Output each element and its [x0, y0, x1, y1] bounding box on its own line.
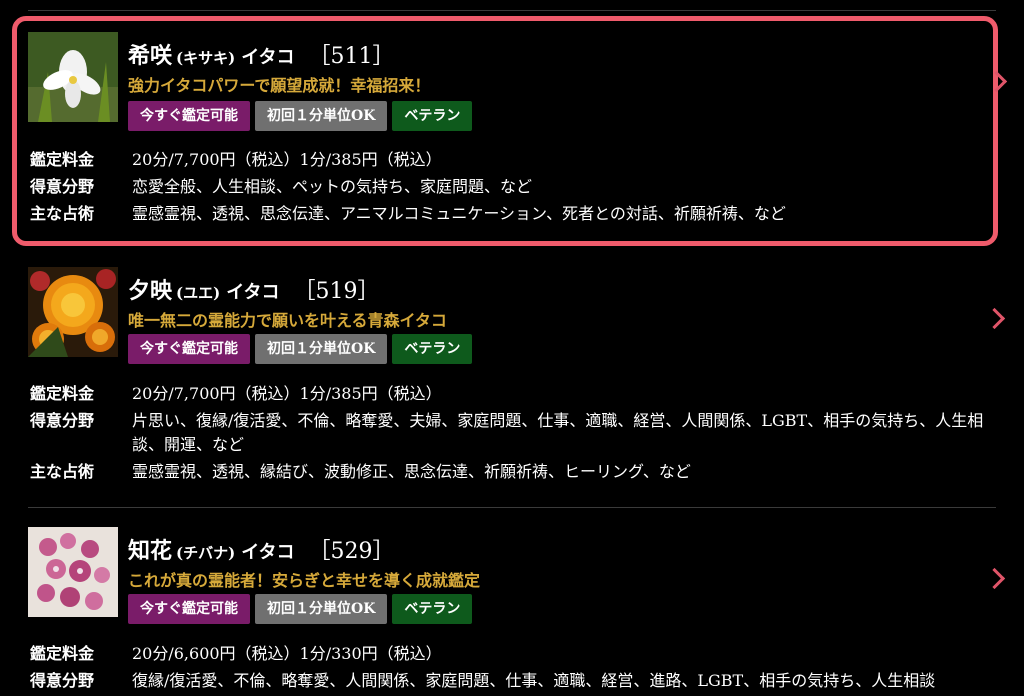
name-row: 夕映 (ユエ) イタコ ［519］ [128, 273, 380, 305]
specialty-row: 得意分野 片思い、復縁/復活愛、不倫、略奪愛、夫婦、家庭問題、仕事、適職、経営、… [30, 409, 996, 457]
profile-thumbnail [28, 267, 118, 357]
fee-label: 鑑定料金 [30, 150, 95, 169]
specialty-label: 得意分野 [30, 411, 95, 430]
fee-value: 20分/6,600円（税込）1分/330円（税込） [132, 644, 442, 663]
teller-name: 希咲 [128, 43, 173, 69]
badge-available-now: 今すぐ鑑定可能 [128, 594, 250, 624]
fortune-teller-card-511[interactable]: 希咲 (キサキ) イタコ ［511］ 強力イタコパワーで願望成就！幸福招来！ 今すぐ鑑… [0, 16, 1024, 250]
teller-code: ［529］ [308, 539, 395, 564]
teller-kana: (チバナ) [176, 544, 236, 562]
teller-name: 夕映 [128, 278, 173, 304]
specialty-label: 得意分野 [30, 671, 95, 690]
badge-available-now: 今すぐ鑑定可能 [128, 334, 250, 364]
fee-row: 鑑定料金 20分/7,700円（税込）1分/385円（税込） [30, 382, 996, 406]
chevron-right-icon[interactable] [983, 307, 1006, 330]
method-label: 主な占術 [30, 462, 95, 481]
method-row: 主な占術 霊感霊視、透視、思念伝達、アニマルコミュニケーション、死者との対話、祈… [30, 202, 996, 226]
specialty-value: 恋愛全般、人生相談、ペットの気持ち、家庭問題、など [132, 177, 533, 196]
info-table: 鑑定料金 20分/6,600円（税込）1分/330円（税込） 得意分野 復縁/復… [30, 642, 996, 696]
fee-label: 鑑定料金 [30, 384, 95, 403]
fee-label: 鑑定料金 [30, 644, 95, 663]
badge-first-minute: 初回１分単位OK [255, 594, 388, 624]
method-label: 主な占術 [30, 204, 95, 223]
profile-thumbnail [28, 527, 118, 617]
fee-value: 20分/7,700円（税込）1分/385円（税込） [132, 150, 442, 169]
badge-row: 今すぐ鑑定可能 初回１分単位OK ベテラン [128, 334, 473, 364]
method-value: 霊感霊視、透視、縁結び、波動修正、思念伝達、祈願祈祷、ヒーリング、など [132, 462, 691, 481]
badge-available-now: 今すぐ鑑定可能 [128, 101, 250, 131]
teller-code: ［519］ [293, 279, 380, 304]
teller-tagline: これが真の霊能者！安らぎと幸せを導く成就鑑定 [128, 571, 481, 590]
profile-thumbnail [28, 32, 118, 122]
fortune-teller-card-519[interactable]: 夕映 (ユエ) イタコ ［519］ 唯一無二の霊能力で願いを叶える青森イタコ 今すぐ鑑… [0, 255, 1024, 507]
card-divider [28, 507, 996, 508]
fortune-teller-card-529[interactable]: 知花 (チバナ) イタコ ［529］ これが真の霊能者！安らぎと幸せを導く成就鑑定 今… [0, 515, 1024, 695]
teller-tagline: 強力イタコパワーで願望成就！幸福招来！ [128, 76, 431, 95]
badge-veteran: ベテラン [392, 101, 473, 131]
specialty-value: 片思い、復縁/復活愛、不倫、略奪愛、夫婦、家庭問題、仕事、適職、経営、人間関係、… [132, 411, 984, 454]
teller-kana: (ユエ) [176, 284, 221, 302]
name-row: 希咲 (キサキ) イタコ ［511］ [128, 38, 395, 70]
badge-row: 今すぐ鑑定可能 初回１分単位OK ベテラン [128, 594, 473, 624]
top-divider [28, 10, 996, 11]
method-row: 主な占術 霊感霊視、透視、縁結び、波動修正、思念伝達、祈願祈祷、ヒーリング、など [30, 460, 996, 484]
teller-role: イタコ [241, 542, 295, 563]
teller-role: イタコ [226, 282, 280, 303]
info-table: 鑑定料金 20分/7,700円（税込）1分/385円（税込） 得意分野 片思い、… [30, 382, 996, 487]
teller-code: ［511］ [308, 44, 395, 69]
badge-veteran: ベテラン [392, 594, 473, 624]
fee-row: 鑑定料金 20分/6,600円（税込）1分/330円（税込） [30, 642, 996, 666]
teller-role: イタコ [241, 47, 295, 68]
teller-kana: (キサキ) [176, 49, 236, 67]
name-row: 知花 (チバナ) イタコ ［529］ [128, 533, 395, 565]
chevron-right-icon[interactable] [983, 567, 1006, 590]
specialty-row: 得意分野 復縁/復活愛、不倫、略奪愛、人間関係、家庭問題、仕事、適職、経営、進路… [30, 669, 996, 693]
badge-row: 今すぐ鑑定可能 初回１分単位OK ベテラン [128, 101, 473, 131]
badge-first-minute: 初回１分単位OK [255, 334, 388, 364]
badge-first-minute: 初回１分単位OK [255, 101, 388, 131]
teller-name: 知花 [128, 538, 173, 564]
specialty-row: 得意分野 恋愛全般、人生相談、ペットの気持ち、家庭問題、など [30, 175, 996, 199]
specialty-label: 得意分野 [30, 177, 95, 196]
fee-row: 鑑定料金 20分/7,700円（税込）1分/385円（税込） [30, 148, 996, 172]
method-value: 霊感霊視、透視、思念伝達、アニマルコミュニケーション、死者との対話、祈願祈祷、な… [132, 204, 786, 223]
fee-value: 20分/7,700円（税込）1分/385円（税込） [132, 384, 442, 403]
teller-tagline: 唯一無二の霊能力で願いを叶える青森イタコ [128, 311, 447, 330]
info-table: 鑑定料金 20分/7,700円（税込）1分/385円（税込） 得意分野 恋愛全般… [30, 148, 996, 229]
badge-veteran: ベテラン [392, 334, 473, 364]
specialty-value: 復縁/復活愛、不倫、略奪愛、人間関係、家庭問題、仕事、適職、経営、進路、LGBT… [132, 671, 936, 690]
